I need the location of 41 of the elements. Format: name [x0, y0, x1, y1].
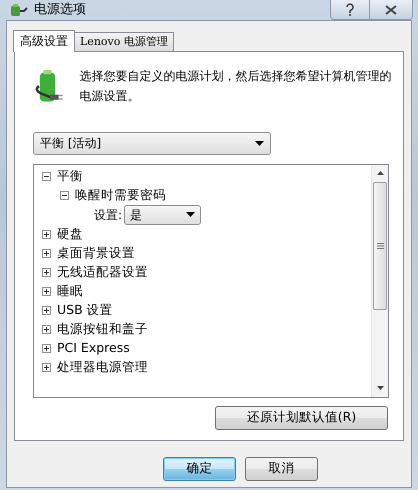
description-text: 选择您要自定义的电源计划，然后选择您希望计算机管理的电源设置。	[80, 68, 393, 104]
expand-icon[interactable]	[42, 362, 51, 372]
cancel-button[interactable]: 取消	[245, 456, 318, 480]
restore-defaults-button[interactable]: 还原计划默认值(R)	[215, 406, 388, 430]
tree-item[interactable]: 电源按钮和盖子	[57, 320, 148, 338]
close-icon	[385, 4, 397, 14]
setting-label: 设置:	[94, 206, 122, 224]
expand-icon[interactable]	[42, 324, 51, 334]
scrollbar[interactable]	[371, 164, 388, 396]
tab[interactable]: Lenovo 电源管理	[74, 32, 174, 50]
tree-item[interactable]: 睡眠	[57, 282, 83, 300]
grip-icon	[376, 242, 384, 248]
tree-item[interactable]: 桌面背景设置	[57, 244, 135, 262]
expand-icon[interactable]	[42, 268, 51, 276]
expand-icon[interactable]	[42, 344, 51, 352]
close-button[interactable]	[369, 0, 412, 19]
tree-item[interactable]: 处理器电源管理	[57, 358, 148, 376]
tree-item[interactable]: USB 设置	[57, 300, 113, 320]
expand-icon[interactable]	[42, 230, 51, 238]
tree-item[interactable]: 无线适配器设置	[57, 262, 148, 282]
power-icon	[10, 2, 28, 18]
tree-item[interactable]: 唤醒时需要密码	[75, 186, 166, 204]
tree-item[interactable]: 平衡	[57, 166, 83, 186]
expand-icon[interactable]	[42, 248, 51, 258]
scroll-up-icon[interactable]	[376, 171, 384, 175]
plan-dropdown[interactable]: 平衡 [活动]	[33, 132, 271, 154]
expand-icon[interactable]	[42, 306, 51, 314]
help-button[interactable]	[331, 0, 369, 19]
window-title: 电源选项	[34, 1, 86, 19]
collapse-icon[interactable]	[42, 172, 51, 180]
collapse-icon[interactable]	[60, 190, 69, 200]
tree-item[interactable]: 硬盘	[57, 224, 83, 244]
dropdown-arrow-icon	[255, 140, 264, 146]
tab[interactable]: 高级设置	[13, 30, 75, 52]
ok-button[interactable]: 确定	[163, 456, 236, 480]
scroll-down-icon[interactable]	[376, 386, 384, 390]
help-icon	[345, 3, 355, 16]
setting-dropdown[interactable]: 是	[124, 204, 202, 224]
expand-icon[interactable]	[42, 286, 51, 296]
tree-item[interactable]: PCI Express	[57, 338, 130, 358]
dropdown-arrow-icon	[186, 212, 196, 217]
